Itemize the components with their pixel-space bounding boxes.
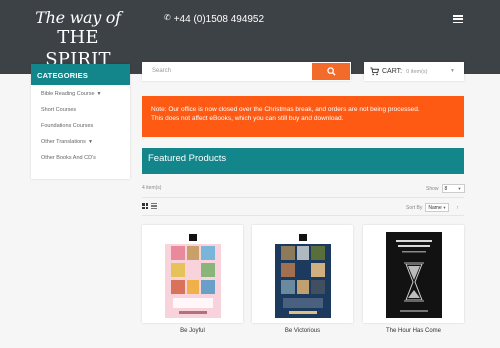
category-short-courses[interactable]: Short Courses [41, 106, 130, 122]
chevron-down-icon: ▼ [450, 68, 455, 74]
chevron-down-icon[interactable]: ▼ [88, 139, 93, 145]
grid-view-icon[interactable] [142, 203, 148, 209]
show-value: 8 [444, 186, 448, 192]
sort-direction-icon[interactable]: ↑ [456, 205, 459, 211]
phone-number[interactable]: ✆ +44 (0)1508 494952 [164, 13, 264, 25]
search-button[interactable] [312, 63, 350, 80]
product-image[interactable] [373, 232, 454, 318]
view-toggle [142, 203, 157, 209]
phone-icon: ✆ [164, 13, 171, 22]
notice-line1: Note: Our office is now closed over the … [151, 106, 420, 113]
book-cover-be-joyful [164, 232, 221, 318]
cart-count: 0 item(s) [406, 68, 428, 75]
category-other-translations[interactable]: Other Translations ▼ [41, 138, 130, 154]
search-bar: Search [142, 62, 351, 81]
show-per-page: Show 8 ▼ [426, 184, 465, 193]
product-title[interactable]: The Hour Has Come [363, 328, 464, 334]
divider [142, 215, 464, 216]
book-cover-be-victorious [274, 232, 331, 318]
notice-banner: Note: Our office is now closed over the … [142, 96, 464, 137]
search-input[interactable]: Search [152, 68, 171, 74]
product-title[interactable]: Be Victorious [252, 328, 353, 334]
site-logo[interactable]: The way of THE SPIRIT [32, 8, 124, 71]
product-card[interactable] [252, 225, 353, 323]
category-label: Foundations Courses [41, 123, 94, 129]
categories-sidebar: CATEGORIES Bible Reading Course ▼ Short C… [31, 64, 130, 179]
category-label: Other Translations [41, 139, 86, 145]
featured-products-title: Featured Products [142, 148, 464, 174]
sort-by: Sort By Name ▼ ↑ [406, 203, 459, 212]
category-bible-reading-course[interactable]: Bible Reading Course ▼ [41, 90, 130, 106]
product-card[interactable] [142, 225, 243, 323]
search-icon [326, 67, 336, 76]
chevron-down-icon: ▼ [457, 186, 462, 191]
category-label: Bible Reading Course [41, 91, 95, 97]
category-label: Other Books And CD's [41, 155, 96, 161]
categories-title: CATEGORIES [31, 64, 130, 85]
product-title[interactable]: Be Joyful [142, 328, 243, 334]
category-label: Short Courses [41, 107, 77, 113]
sort-label: Sort By [406, 204, 423, 211]
phone-text: +44 (0)1508 494952 [173, 14, 265, 25]
show-select[interactable]: 8 ▼ [441, 184, 465, 193]
cart-button[interactable]: CART: 0 item(s) ▼ [364, 62, 464, 81]
product-card[interactable] [363, 225, 464, 323]
category-foundations-courses[interactable]: Foundations Courses [41, 122, 130, 138]
sort-select[interactable]: Name ▼ [425, 203, 450, 212]
category-other-books[interactable]: Other Books And CD's [41, 154, 130, 170]
product-image[interactable] [262, 232, 343, 318]
chevron-down-icon[interactable]: ▼ [97, 91, 102, 97]
sort-value: Name [428, 205, 442, 211]
categories-list: Bible Reading Course ▼ Short Courses Foun… [31, 85, 130, 170]
items-count: 4 item(s) [142, 185, 162, 191]
list-view-icon[interactable] [151, 203, 157, 209]
show-label: Show [426, 185, 439, 192]
divider [142, 197, 464, 198]
notice-line2: This does not affect eBooks, which you c… [151, 115, 344, 122]
chevron-down-icon: ▼ [442, 205, 447, 210]
book-cover-the-hour-has-come [385, 232, 442, 318]
logo-line1: The way of [35, 8, 121, 27]
cart-label: CART: [382, 68, 403, 75]
cart-icon [370, 67, 379, 76]
hamburger-menu-icon[interactable] [453, 15, 463, 23]
product-image[interactable] [152, 232, 233, 318]
